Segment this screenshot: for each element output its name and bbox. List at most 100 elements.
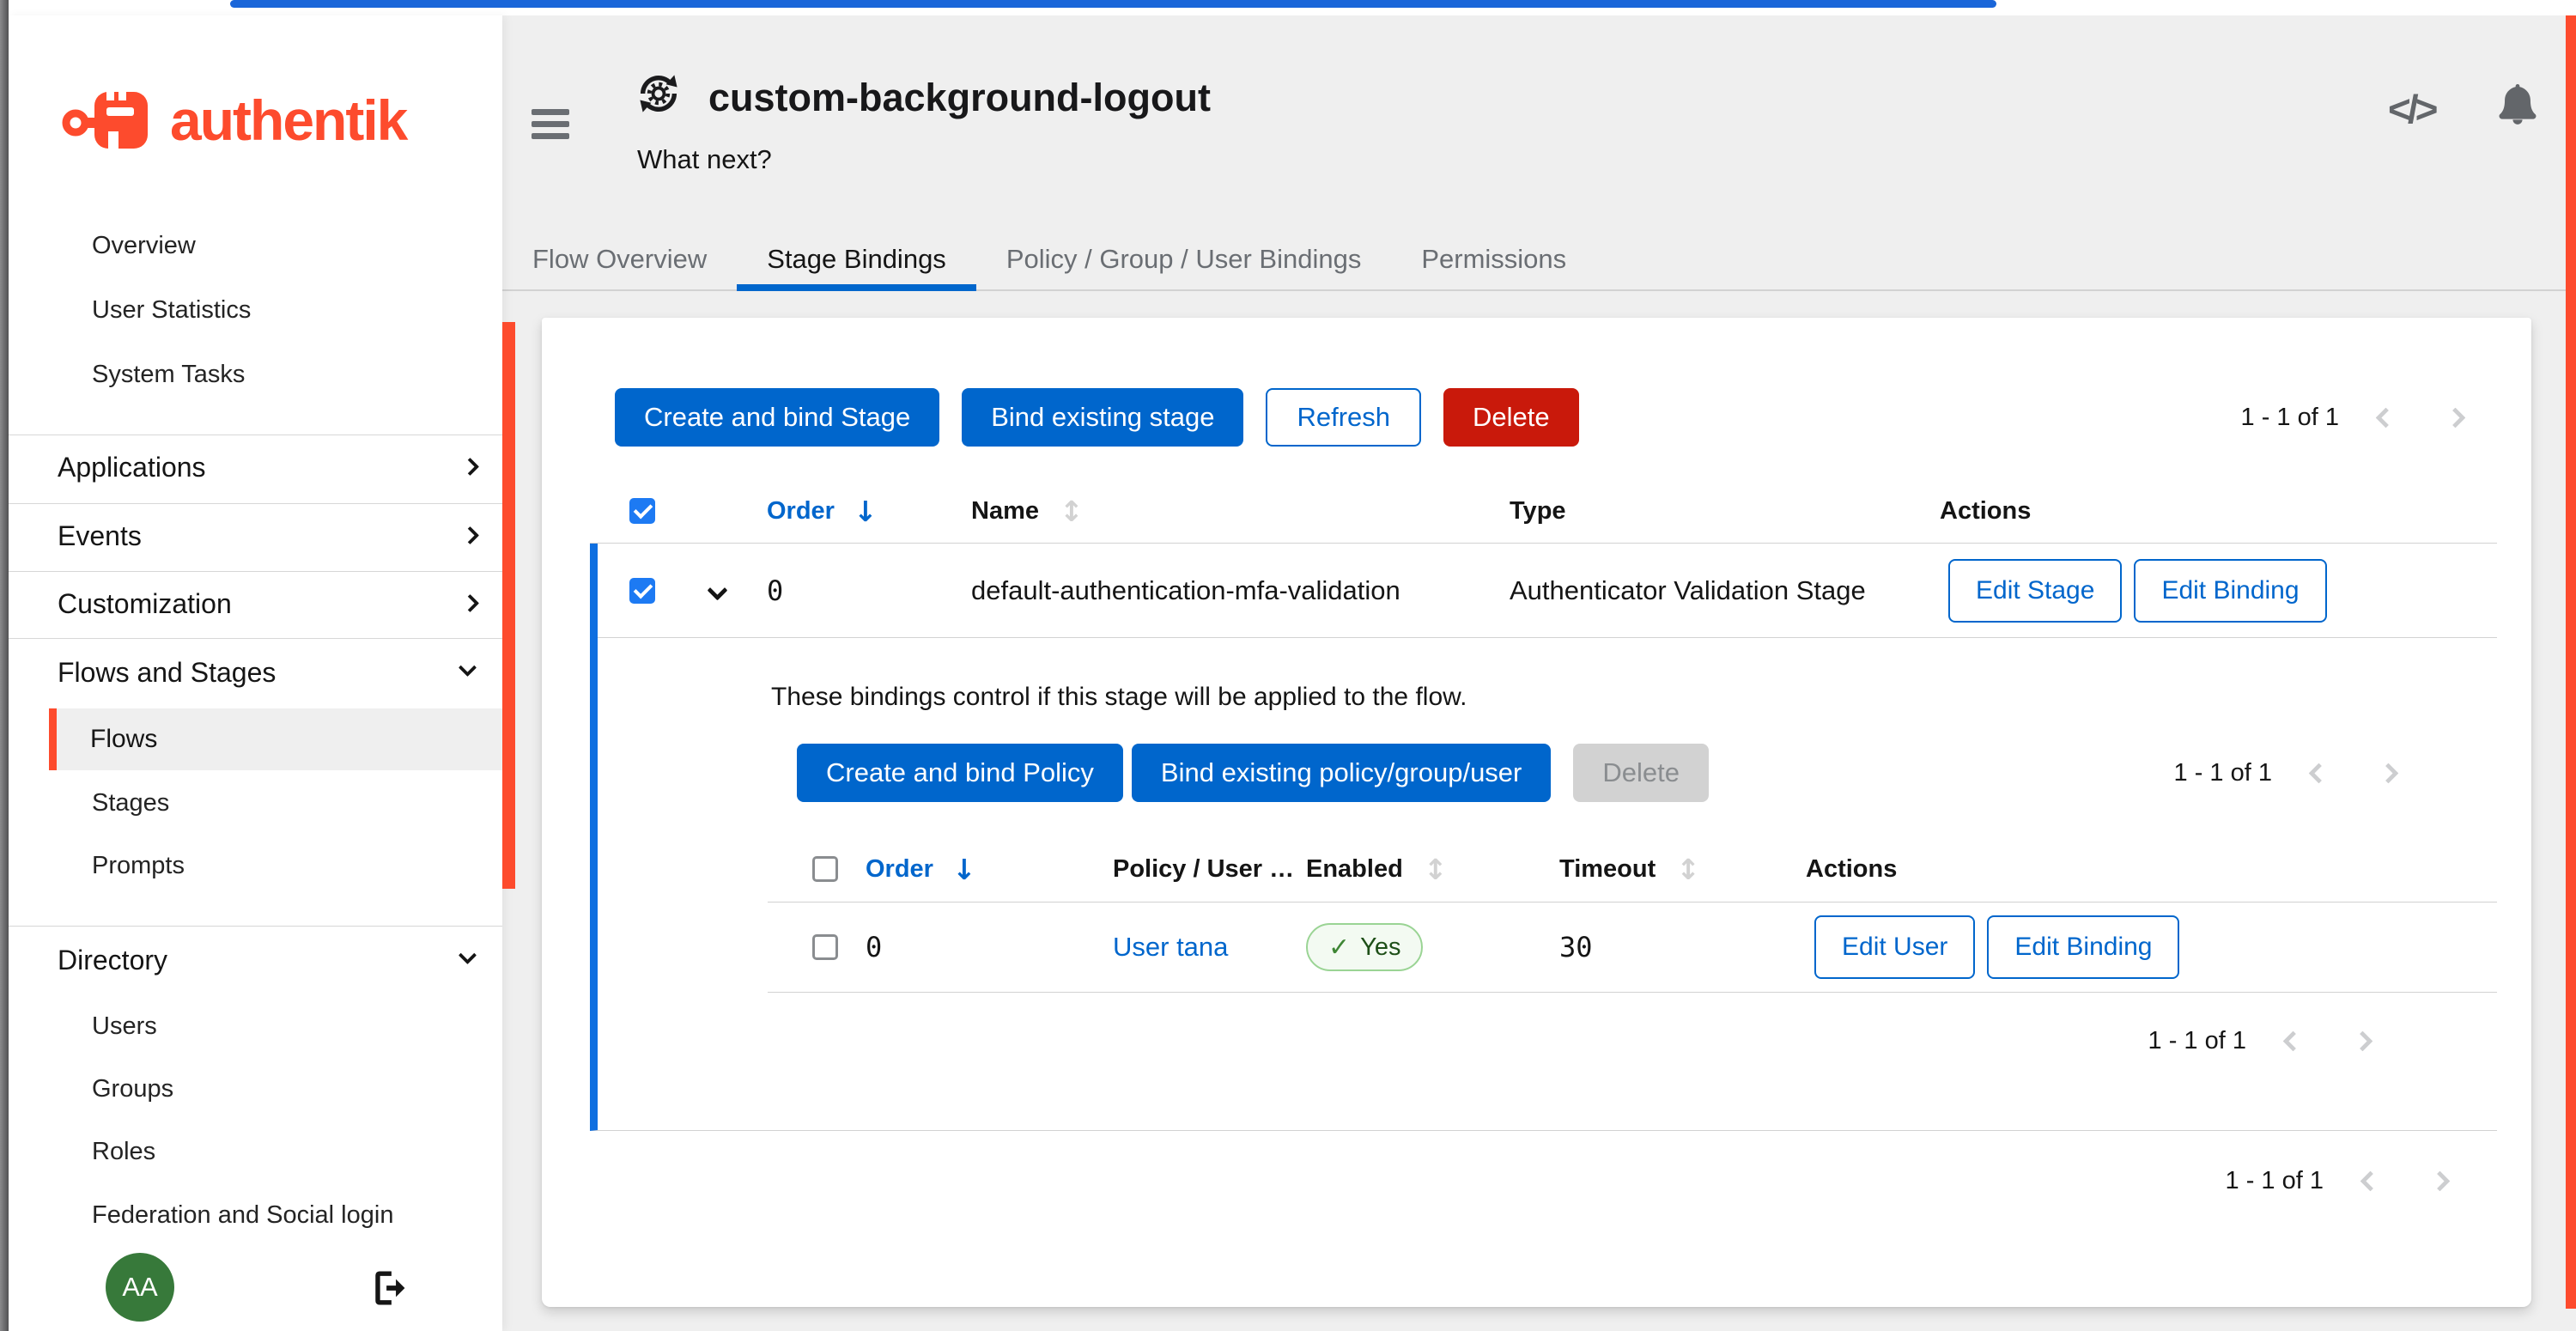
edit-binding-button[interactable]: Edit Binding [1987, 915, 2179, 979]
tab-permissions[interactable]: Permissions [1391, 228, 1596, 291]
sidebar-scrollbar-thumb[interactable] [502, 322, 515, 889]
cell-type: Authenticator Validation Stage [1510, 575, 1940, 606]
page-title: custom-background-logout [708, 76, 1211, 120]
sidebar-divider [9, 571, 502, 572]
stage-table-header: Order Name Type Actions [590, 479, 2497, 544]
column-order[interactable]: Order [866, 853, 1113, 886]
sidebar-item-user-statistics[interactable]: User Statistics [92, 295, 251, 325]
pagination-top: 1 - 1 of 1 [2241, 404, 2463, 432]
avatar[interactable]: AA [106, 1253, 174, 1322]
authentik-wordmark: authentik [170, 88, 406, 153]
stage-table-row[interactable]: 0 default-authentication-mfa-validation … [598, 544, 2497, 638]
pagination-label: 1 - 1 of 1 [2174, 759, 2272, 787]
pagination-prev-icon[interactable] [2360, 1170, 2380, 1191]
pagination-prev-icon[interactable] [2375, 407, 2396, 428]
sidebar-item-groups[interactable]: Groups [92, 1074, 173, 1103]
tab-flow-overview[interactable]: Flow Overview [502, 228, 737, 291]
sidebar-item-users[interactable]: Users [92, 1012, 157, 1041]
cell-order: 0 [767, 574, 971, 607]
sort-icon[interactable] [1424, 853, 1448, 886]
sort-icon[interactable] [1676, 853, 1700, 886]
tab-policy-group-user-bindings[interactable]: Policy / Group / User Bindings [976, 228, 1392, 291]
policy-table-header: Order Policy / User … Enabled Timeout Ac… [768, 836, 2497, 903]
delete-policy-button[interactable]: Delete [1573, 744, 1709, 802]
column-name[interactable]: Name [971, 495, 1510, 528]
hamburger-menu-icon[interactable] [532, 109, 569, 145]
sidebar-item-overview[interactable]: Overview [92, 231, 196, 260]
sidebar-item-system-tasks[interactable]: System Tasks [92, 360, 245, 389]
column-order[interactable]: Order [767, 495, 971, 528]
pagination-next-icon[interactable] [2352, 1030, 2372, 1051]
chevron-down-icon[interactable] [459, 659, 477, 677]
pagination-prev-icon[interactable] [2308, 763, 2329, 783]
create-and-bind-stage-button[interactable]: Create and bind Stage [615, 388, 939, 447]
sidebar-section-flows-and-stages[interactable]: Flows and Stages [58, 656, 276, 689]
sidebar-section-customization[interactable]: Customization [58, 587, 232, 620]
pagination-label: 1 - 1 of 1 [2148, 1027, 2246, 1055]
stage-toolbar: Create and bind Stage Bind existing stag… [615, 388, 2463, 447]
bind-existing-policy-button[interactable]: Bind existing policy/group/user [1132, 744, 1551, 802]
policy-bindings-table: Order Policy / User … Enabled Timeout Ac… [768, 836, 2497, 993]
column-enabled[interactable]: Enabled [1306, 853, 1559, 886]
edit-stage-button[interactable]: Edit Stage [1948, 559, 2122, 623]
column-timeout[interactable]: Timeout [1559, 853, 1806, 886]
sidebar-divider [9, 638, 502, 639]
delete-button[interactable]: Delete [1443, 388, 1579, 447]
chevron-right-icon[interactable] [461, 458, 479, 476]
edit-user-button[interactable]: Edit User [1814, 915, 1975, 979]
tab-stage-bindings[interactable]: Stage Bindings [737, 228, 976, 291]
sidebar-item-prompts[interactable]: Prompts [92, 851, 185, 880]
row-checkbox[interactable] [629, 578, 655, 604]
pagination-prev-icon[interactable] [2282, 1030, 2303, 1051]
chevron-down-icon[interactable] [459, 946, 477, 964]
expanded-row-content: These bindings control if this stage wil… [598, 638, 2497, 1130]
pagination-next-icon[interactable] [2429, 1170, 2450, 1191]
bind-existing-stage-button[interactable]: Bind existing stage [962, 388, 1243, 447]
edit-binding-button[interactable]: Edit Binding [2134, 559, 2326, 623]
sidebar-divider [9, 926, 502, 927]
pagination-label: 1 - 1 of 1 [2226, 1167, 2324, 1195]
page-subtitle[interactable]: What next? [637, 144, 772, 175]
select-all-checkbox[interactable] [812, 856, 838, 882]
sidebar-item-stages[interactable]: Stages [92, 788, 169, 817]
pagination-label: 1 - 1 of 1 [2241, 404, 2339, 432]
sign-out-icon[interactable] [369, 1268, 409, 1308]
authentik-logo-icon [62, 83, 165, 157]
check-icon [1328, 933, 1350, 963]
sidebar-section-directory[interactable]: Directory [58, 944, 167, 976]
sort-descending-icon[interactable] [854, 495, 878, 528]
policy-toolbar: Create and bind Policy Bind existing pol… [797, 744, 2396, 802]
main-content: custom-background-logout What next? Flow… [502, 15, 2576, 1331]
create-and-bind-policy-button[interactable]: Create and bind Policy [797, 744, 1123, 802]
sidebar-item-roles[interactable]: Roles [92, 1137, 155, 1166]
pagination-policy-bottom: 1 - 1 of 1 [598, 1027, 2370, 1055]
refresh-button[interactable]: Refresh [1266, 388, 1421, 447]
user-link[interactable]: User tana [1113, 932, 1306, 963]
select-all-checkbox[interactable] [629, 498, 655, 524]
sidebar-section-events[interactable]: Events [58, 520, 142, 552]
chevron-right-icon[interactable] [461, 594, 479, 612]
authentik-logo[interactable]: authentik [62, 76, 406, 165]
sidebar-item-flows[interactable]: Flows [49, 708, 502, 770]
chevron-right-icon[interactable] [461, 526, 479, 544]
column-policy-user: Policy / User … [1113, 855, 1306, 884]
stage-bindings-table: Order Name Type Actions 0 default-authen… [590, 479, 2497, 1131]
pagination-next-icon[interactable] [2445, 407, 2465, 428]
api-browser-icon[interactable] [2388, 86, 2435, 132]
sidebar-item-federation[interactable]: Federation and Social login [92, 1200, 393, 1230]
notifications-bell-icon[interactable] [2496, 84, 2539, 127]
pagination-next-icon[interactable] [2378, 763, 2398, 783]
cell-name: default-authentication-mfa-validation [971, 575, 1510, 606]
column-actions: Actions [1940, 497, 2497, 526]
sidebar-section-applications[interactable]: Applications [58, 451, 206, 483]
sort-icon[interactable] [1060, 495, 1084, 528]
enabled-badge: Yes [1306, 923, 1423, 971]
cell-timeout: 30 [1559, 931, 1806, 963]
policy-table-row[interactable]: 0 User tana Yes 30 Edit User Edit Bindin… [768, 903, 2497, 993]
collapse-row-chevron-icon[interactable] [707, 580, 727, 600]
flow-process-icon [635, 70, 682, 117]
row-checkbox[interactable] [812, 934, 838, 960]
sort-descending-icon[interactable] [952, 853, 976, 886]
stage-bindings-card: Create and bind Stage Bind existing stag… [542, 318, 2531, 1307]
right-accent-strip [2566, 15, 2576, 1309]
